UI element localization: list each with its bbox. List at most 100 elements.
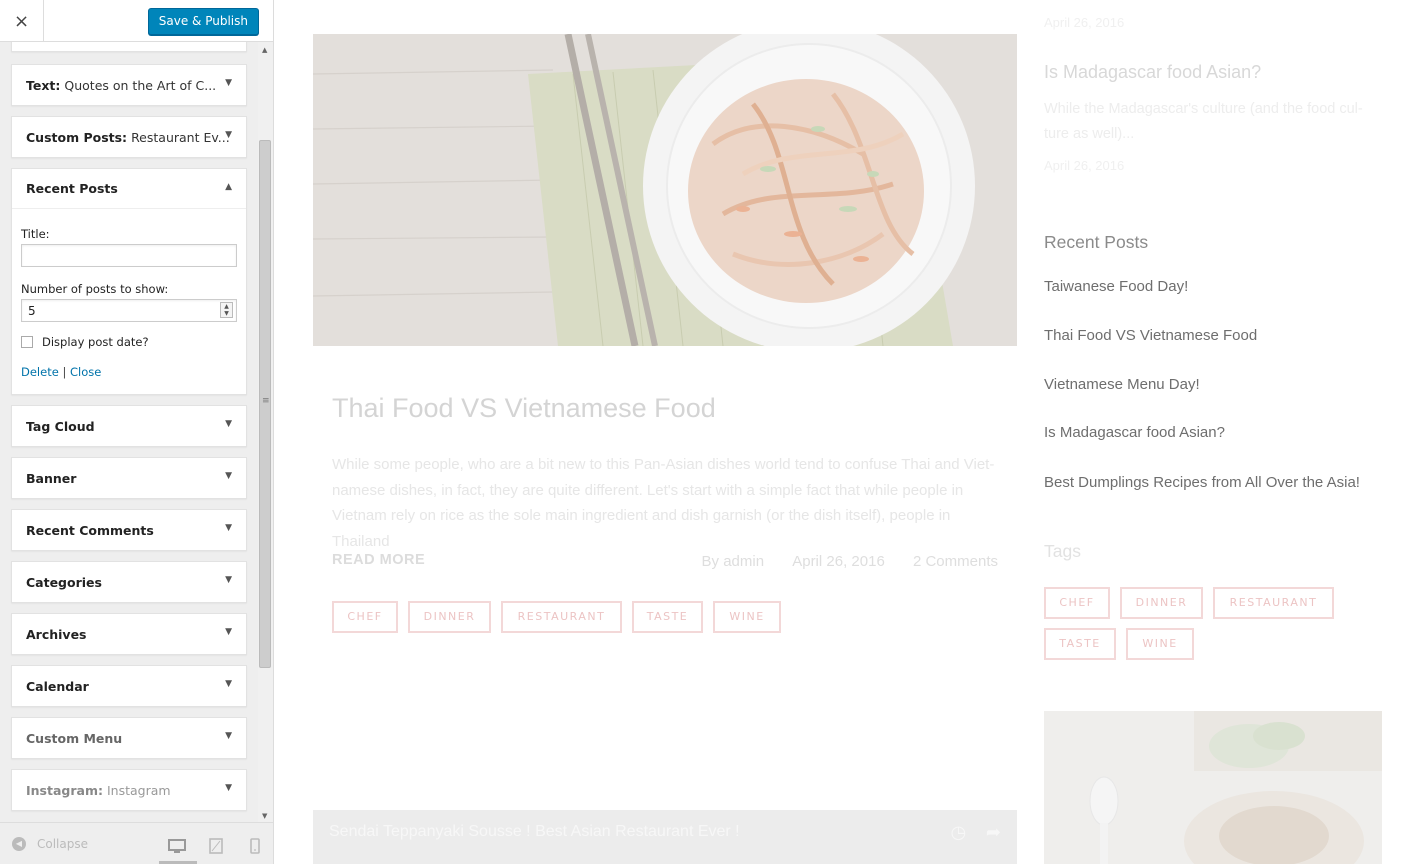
post-excerpt: While some people, who are a bit new to … (332, 456, 995, 550)
video-controls: ◷ ➦ (950, 822, 1001, 843)
widget-categories[interactable]: Categories ▼ (11, 561, 247, 603)
scrollbar[interactable]: ▲ ≡ ▼ (258, 42, 273, 822)
chevron-down-icon[interactable]: ▼ (225, 575, 232, 585)
customizer-sidebar: × Save & Publish Text: Quotes on the Art… (0, 0, 274, 864)
widget-header[interactable]: Recent Comments ▼ (12, 510, 246, 550)
post-date[interactable]: April 26, 2016 (792, 553, 885, 570)
post-tag[interactable]: RESTAURANT (501, 601, 622, 633)
scroll-down-arrow-icon[interactable]: ▼ (262, 812, 267, 820)
post-featured-image[interactable] (313, 34, 1017, 346)
widget-subtitle: Quotes on the Art of C... (64, 77, 217, 93)
title-label: Title: (21, 227, 50, 241)
widget-name: Categories (26, 574, 102, 590)
grip-icon: ≡ (262, 396, 270, 406)
tag-cloud-tag[interactable]: WINE (1126, 628, 1194, 660)
chevron-down-icon[interactable]: ▼ (225, 783, 232, 793)
collapse-icon: ◀ (12, 837, 26, 851)
widget-name: Archives (26, 626, 87, 642)
chevron-down-icon[interactable]: ▼ (225, 731, 232, 741)
tag-cloud-tag[interactable]: DINNER (1120, 587, 1203, 619)
widget-header[interactable]: Text: Quotes on the Art of C... ▼ (12, 65, 246, 105)
widget-header[interactable]: Custom Menu ▼ (12, 718, 246, 758)
video-title[interactable]: Sendai Teppanyaki Sousse ! Best Asian Re… (329, 823, 740, 841)
chevron-down-icon[interactable]: ▼ (225, 471, 232, 481)
separator: | (62, 365, 67, 379)
widget-name: Text: (26, 77, 61, 93)
recent-posts-heading: Recent Posts (1044, 232, 1149, 252)
recent-post-link[interactable]: Is Madagascar food Asian? (1044, 424, 1225, 441)
widget-header[interactable]: Recent Posts ▲ (12, 169, 246, 209)
widget-header[interactable]: Archives ▼ (12, 614, 246, 654)
chevron-down-icon[interactable]: ▼ (225, 627, 232, 637)
title-input[interactable] (21, 244, 237, 267)
tablet-icon[interactable] (207, 836, 225, 856)
widget-name: Custom Menu (26, 730, 123, 746)
post-tag[interactable]: TASTE (632, 601, 703, 633)
recent-post-link[interactable]: Best Dumplings Recipes from All Over the… (1044, 474, 1360, 491)
widget-name: Recent Posts (26, 181, 118, 196)
chevron-up-icon[interactable]: ▲ (225, 182, 232, 192)
site-preview: Thai Food VS Vietnamese Food While some … (274, 0, 1419, 864)
widget-custom-posts[interactable]: Custom Posts: Restaurant Ev... ▼ (11, 116, 247, 158)
sidebar-post-excerpt: While the Madagascar's culture (and the … (1044, 101, 1363, 142)
widget-header[interactable]: Calendar ▼ (12, 666, 246, 706)
post-comments[interactable]: 2 Comments (913, 553, 998, 570)
mobile-icon[interactable] (246, 836, 264, 856)
post-date: April 26, 2016 (1044, 15, 1125, 30)
tag-cloud-tag[interactable]: CHEF (1044, 587, 1110, 619)
recent-post-link[interactable]: Thai Food VS Vietnamese Food (1044, 327, 1257, 344)
widget-header[interactable]: Tag Cloud ▼ (12, 406, 246, 446)
chevron-down-icon[interactable]: ▼ (225, 679, 232, 689)
desktop-icon[interactable] (168, 836, 186, 856)
chevron-down-icon[interactable]: ▼ (225, 78, 232, 88)
post-tag[interactable]: WINE (713, 601, 781, 633)
widget-recent-comments[interactable]: Recent Comments ▼ (11, 509, 247, 551)
post-title[interactable]: Thai Food VS Vietnamese Food (332, 393, 716, 424)
recent-post-link[interactable]: Vietnamese Menu Day! (1044, 376, 1200, 393)
display-date-checkbox[interactable] (21, 336, 33, 348)
number-label: Number of posts to show: (21, 282, 169, 296)
number-stepper[interactable]: ▲ ▼ (220, 302, 233, 318)
chevron-down-icon[interactable]: ▼ (225, 419, 232, 429)
widget-custom-menu[interactable]: Custom Menu ▼ (11, 717, 247, 759)
widget-header[interactable]: Categories ▼ (12, 562, 246, 602)
chevron-down-icon[interactable]: ▼ (225, 523, 232, 533)
widget-tag-cloud[interactable]: Tag Cloud ▼ (11, 405, 247, 447)
chevron-down-icon[interactable]: ▼ (225, 130, 232, 140)
widget-header[interactable]: Custom Posts: Restaurant Ev... ▼ (12, 117, 246, 157)
number-field: ▲▼ (21, 299, 237, 322)
widget-name: Tag Cloud (26, 418, 95, 434)
save-publish-button[interactable]: Save & Publish (147, 8, 259, 35)
widget-banner[interactable]: Banner ▼ (11, 457, 247, 499)
post-tag[interactable]: DINNER (408, 601, 491, 633)
widgets-panel[interactable]: Text: Quotes on the Art of C... ▼ Custom… (0, 42, 258, 822)
close-link[interactable]: Close (70, 365, 101, 379)
tag-cloud-tag[interactable]: RESTAURANT (1213, 587, 1334, 619)
share-icon[interactable]: ➦ (986, 822, 1001, 843)
clock-icon[interactable]: ◷ (950, 822, 966, 843)
video-embed[interactable]: Sendai Teppanyaki Sousse ! Best Asian Re… (313, 810, 1017, 864)
display-date-row: Display post date? (21, 335, 237, 349)
widget-archives[interactable]: Archives ▼ (11, 613, 247, 655)
widget-calendar[interactable]: Calendar ▼ (11, 665, 247, 707)
post-author[interactable]: By admin (702, 553, 765, 570)
widget-instagram[interactable]: Instagram: Instagram ▼ (11, 769, 247, 811)
tag-cloud-tag[interactable]: TASTE (1044, 628, 1116, 660)
widget-header[interactable]: Banner ▼ (12, 458, 246, 498)
widget-text[interactable]: Text: Quotes on the Art of C... ▼ (11, 64, 247, 106)
widget-partial[interactable] (11, 42, 247, 52)
recent-post-link[interactable]: Taiwanese Food Day! (1044, 278, 1188, 295)
delete-link[interactable]: Delete (21, 365, 59, 379)
number-input[interactable] (21, 299, 237, 322)
post-date: April 26, 2016 (1044, 158, 1125, 173)
close-icon[interactable]: × (0, 0, 44, 42)
widget-recent-posts[interactable]: Recent Posts ▲ Title: Number of posts to… (11, 168, 247, 395)
read-more-link[interactable]: READ MORE (332, 552, 425, 568)
collapse-button[interactable]: ◀ Collapse (12, 837, 88, 851)
scroll-up-arrow-icon[interactable]: ▲ (262, 46, 267, 54)
widget-header[interactable]: Instagram: Instagram ▼ (12, 770, 246, 810)
sidebar-image[interactable] (1044, 711, 1382, 864)
post-tag[interactable]: CHEF (332, 601, 398, 633)
scroll-thumb[interactable]: ≡ (259, 140, 271, 668)
sidebar-post-title[interactable]: Is Madagascar food Asian? (1044, 62, 1261, 83)
